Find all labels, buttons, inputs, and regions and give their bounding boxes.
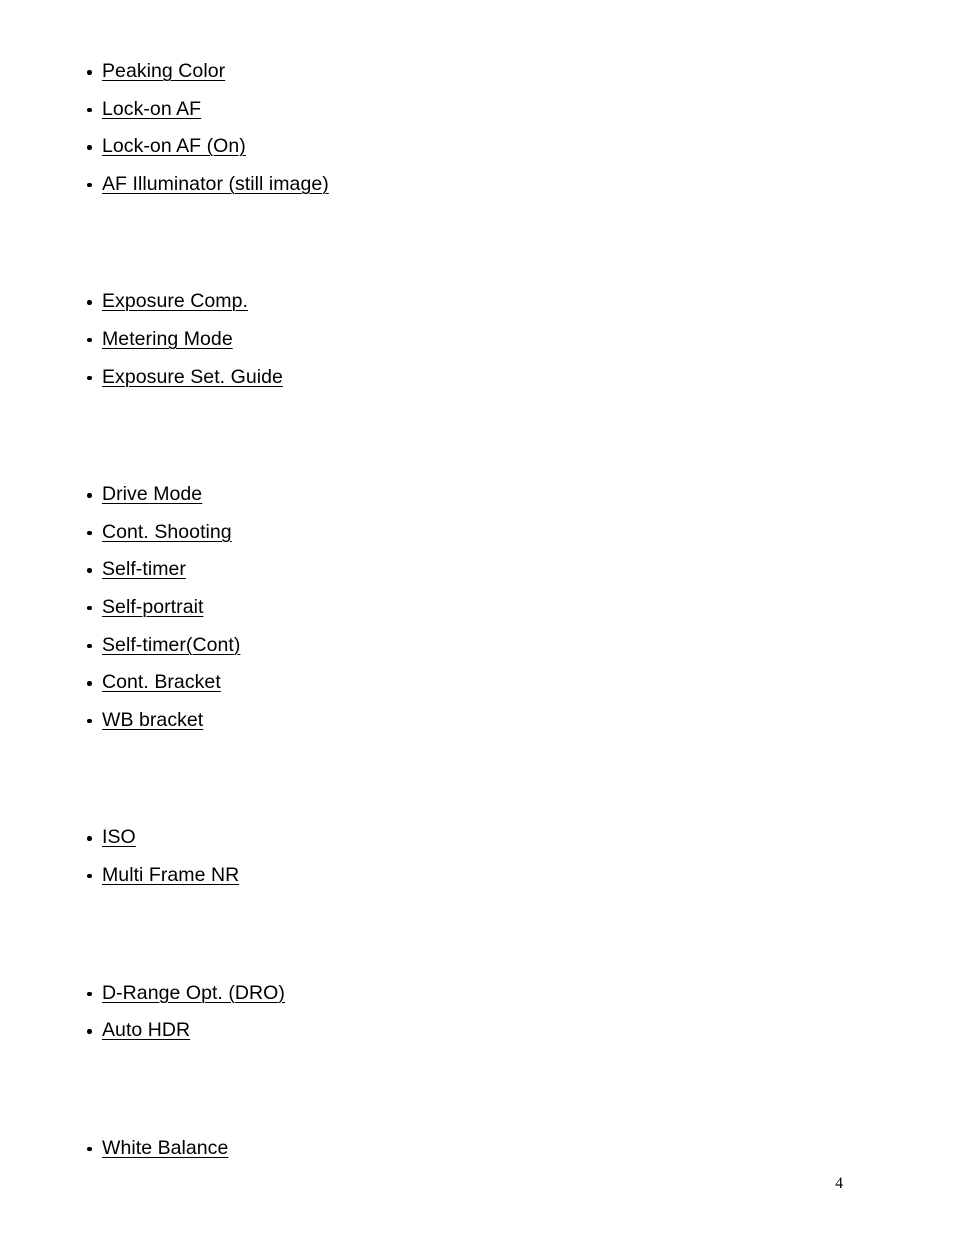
document-link[interactable]: Metering Mode [102, 328, 233, 350]
document-link[interactable]: D-Range Opt. (DRO) [102, 982, 285, 1004]
page-content: Peaking Color Lock-on AF Lock-on AF (On) AF… [0, 0, 954, 1167]
list-item[interactable]: Lock-on AF (On) [0, 128, 954, 166]
list-item[interactable]: ISO [0, 819, 954, 857]
list-item[interactable]: Self-timer [0, 551, 954, 589]
document-link[interactable]: Lock-on AF (On) [102, 135, 246, 157]
list-item[interactable]: Lock-on AF [0, 91, 954, 129]
link-group-drive-group: Drive Mode Cont. Shooting Self-timer Self-p… [0, 476, 954, 739]
list-item[interactable]: Auto HDR [0, 1012, 954, 1050]
list-item[interactable]: Multi Frame NR [0, 857, 954, 895]
list-item[interactable]: WB bracket [0, 702, 954, 740]
document-link[interactable]: Self-portrait [102, 596, 203, 618]
document-link[interactable]: Auto HDR [102, 1019, 190, 1041]
document-link[interactable]: Self-timer(Cont) [102, 634, 240, 656]
link-group-white-balance-group: White Balance [0, 1130, 954, 1168]
link-group-focus-group: Peaking Color Lock-on AF Lock-on AF (On) AF… [0, 53, 954, 203]
list-item[interactable]: D-Range Opt. (DRO) [0, 975, 954, 1013]
link-group-iso-group: ISO Multi Frame NR [0, 819, 954, 894]
link-group-exposure-group: Exposure Comp. Metering Mode Exposure Set.… [0, 283, 954, 396]
list-item[interactable]: Metering Mode [0, 321, 954, 359]
document-link[interactable]: Lock-on AF [102, 98, 201, 120]
list-item[interactable]: Self-timer(Cont) [0, 627, 954, 665]
document-link[interactable]: Drive Mode [102, 483, 202, 505]
document-link[interactable]: Peaking Color [102, 60, 225, 82]
list-item[interactable]: Exposure Set. Guide [0, 359, 954, 397]
document-link[interactable]: Self-timer [102, 558, 186, 580]
document-link[interactable]: WB bracket [102, 709, 203, 731]
document-page: Peaking Color Lock-on AF Lock-on AF (On) AF… [0, 0, 954, 1235]
document-link[interactable]: Multi Frame NR [102, 864, 239, 886]
list-item[interactable]: Peaking Color [0, 53, 954, 91]
list-item[interactable]: White Balance [0, 1130, 954, 1168]
list-item[interactable]: AF Illuminator (still image) [0, 166, 954, 204]
document-link[interactable]: Cont. Bracket [102, 671, 221, 693]
list-item[interactable]: Cont. Bracket [0, 664, 954, 702]
list-item[interactable]: Cont. Shooting [0, 514, 954, 552]
document-link[interactable]: Exposure Set. Guide [102, 366, 283, 388]
top-margin-spacer [0, 0, 954, 53]
document-link[interactable]: White Balance [102, 1137, 228, 1159]
document-link[interactable]: AF Illuminator (still image) [102, 173, 329, 195]
document-link[interactable]: ISO [102, 826, 136, 848]
list-item[interactable]: Exposure Comp. [0, 283, 954, 321]
list-item[interactable]: Drive Mode [0, 476, 954, 514]
document-link[interactable]: Exposure Comp. [102, 290, 248, 312]
link-group-dro-group: D-Range Opt. (DRO) Auto HDR [0, 975, 954, 1050]
list-item[interactable]: Self-portrait [0, 589, 954, 627]
page-number: 4 [835, 1175, 843, 1192]
document-link[interactable]: Cont. Shooting [102, 521, 232, 543]
